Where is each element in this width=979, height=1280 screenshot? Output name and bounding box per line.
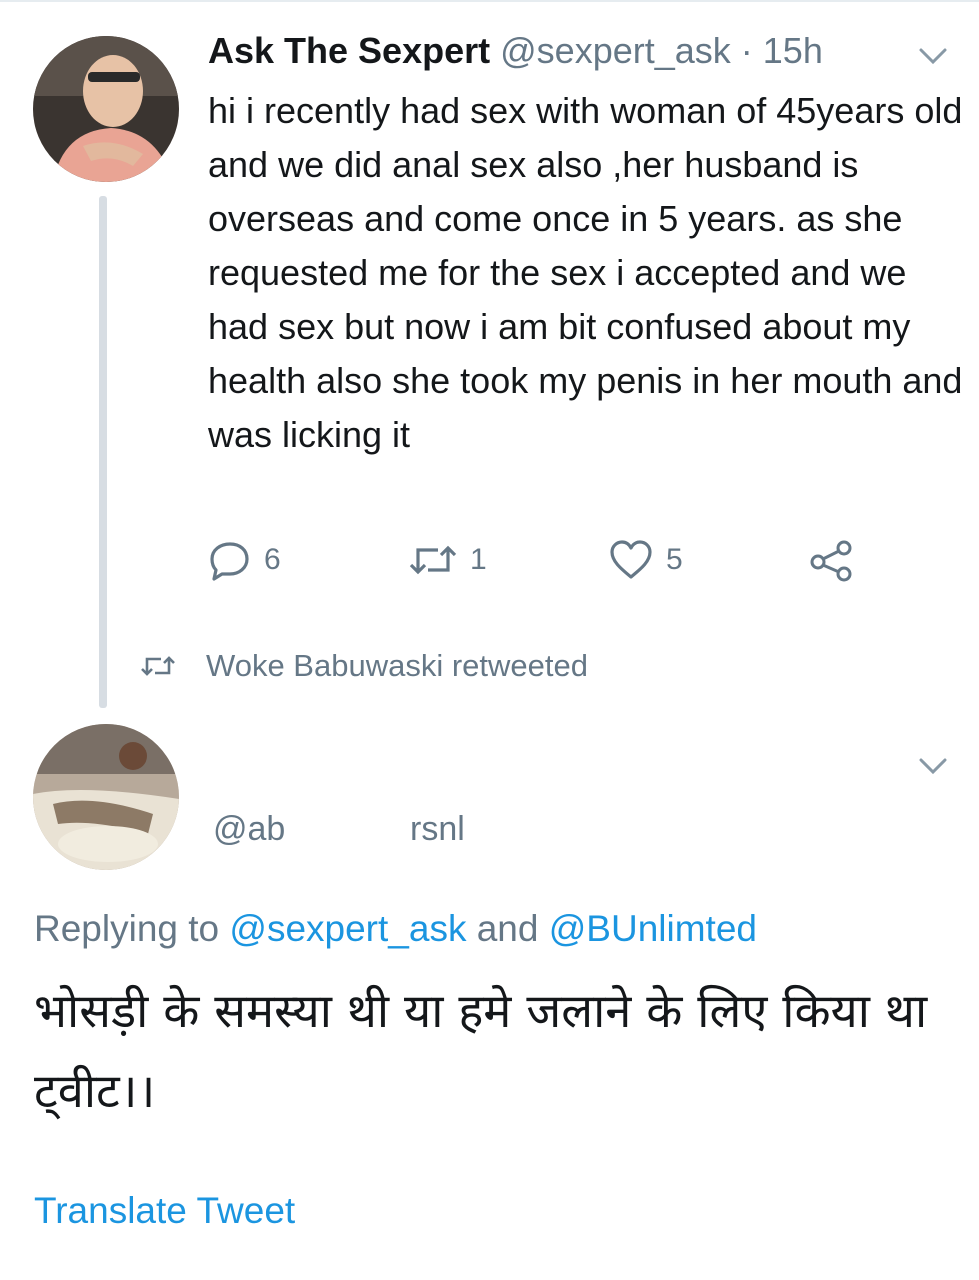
replying-and: and (466, 908, 549, 949)
retweet-banner-text: Woke Babuwaski retweeted (206, 648, 588, 683)
replying-to: Replying to @sexpert_ask and @BUnlimted (34, 908, 757, 950)
tweet-text: भोसड़ी के समस्या थी या हमे जलाने के लिए … (34, 984, 928, 1119)
tweet-time[interactable]: · 15h (731, 30, 823, 71)
display-name[interactable]: Ask The Sexpert (208, 30, 490, 71)
top-divider (0, 0, 979, 2)
avatar[interactable] (33, 36, 179, 182)
retweet-icon (141, 656, 175, 676)
reply-action[interactable]: 6 (208, 538, 281, 582)
reply-icon (210, 542, 249, 581)
mention-link[interactable]: @sexpert_ask (229, 908, 466, 949)
heart-icon (610, 540, 652, 579)
chevron-down-icon[interactable] (918, 756, 948, 781)
reply-count: 6 (264, 543, 281, 576)
user-handle[interactable]: @ab (213, 810, 285, 849)
retweet-count: 1 (470, 543, 487, 576)
user-handle-right[interactable]: rsnl (410, 810, 465, 849)
like-count: 5 (666, 543, 683, 576)
tweet-header: Ask The Sexpert @sexpert_ask · 15h (208, 30, 823, 72)
thread-line (99, 196, 107, 708)
avatar[interactable] (33, 724, 179, 870)
translate-tweet-link[interactable]: Translate Tweet (34, 1190, 295, 1232)
user-handle-left: @ab (213, 810, 286, 848)
share-action[interactable] (808, 538, 856, 582)
retweet-action[interactable]: 1 (408, 538, 487, 582)
share-icon (810, 540, 852, 582)
avatar-photo (33, 724, 179, 870)
retweet-icon (409, 545, 457, 575)
chevron-down-icon[interactable] (918, 46, 948, 71)
tweet-text: hi i recently had sex with woman of 45ye… (208, 90, 963, 455)
mention-link[interactable]: @BUnlimted (549, 908, 757, 949)
retweet-banner[interactable]: Woke Babuwaski retweeted (140, 648, 588, 684)
replying-prefix: Replying to (34, 908, 230, 949)
like-action[interactable]: 5 (608, 538, 683, 582)
user-handle[interactable]: @sexpert_ask (500, 30, 731, 71)
avatar-photo (33, 36, 179, 182)
